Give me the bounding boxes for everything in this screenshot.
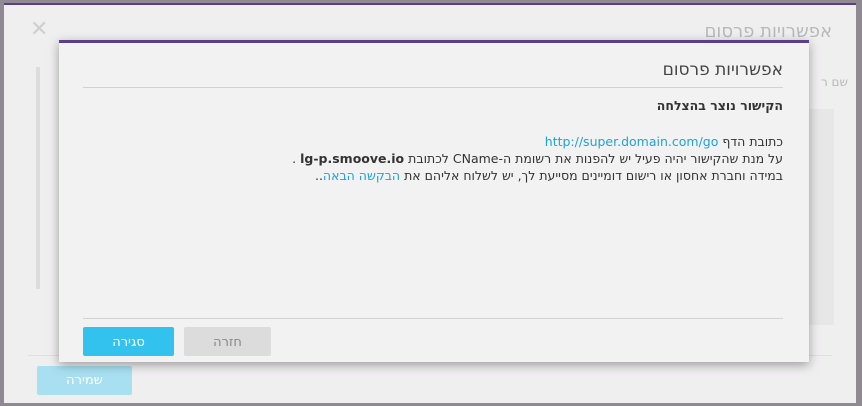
page-address-label: כתובת הדף	[722, 134, 783, 149]
close-button[interactable]: סגירה	[83, 327, 174, 356]
modal-footer: סגירה חזרה	[83, 318, 783, 356]
hosting-instruction-end: ..	[314, 168, 323, 183]
hosting-instruction-line: במידה וחברת אחסון או רישום דומיינים מסיי…	[83, 167, 783, 184]
next-request-link[interactable]: הבקשה הבאה	[323, 168, 400, 183]
success-heading: הקישור נוצר בהצלחה	[656, 98, 783, 113]
cname-instruction-text: על מנת שהקישור יהיה פעיל יש להפנות את רש…	[408, 151, 783, 166]
background-save-button[interactable]: שמירה	[37, 366, 132, 395]
background-dialog-title: אפשרויות פרסום	[704, 21, 832, 42]
modal-body: הקישור נוצר בהצלחה כתובת הדף http://supe…	[83, 98, 783, 184]
hosting-instruction-text: במידה וחברת אחסון או רישום דומיינים מסיי…	[404, 168, 783, 183]
page-url-link[interactable]: http://super.domain.com/go	[545, 134, 719, 149]
cname-instruction-line: על מנת שהקישור יהיה פעיל יש להפנות את רש…	[83, 150, 783, 167]
background-field-label: שם ר	[820, 75, 848, 89]
close-icon[interactable]: ✕	[30, 19, 48, 41]
cname-target: lg-p.smoove.io	[300, 151, 405, 166]
modal-title: אפשרויות פרסום	[662, 60, 783, 80]
publish-options-modal: אפשרויות פרסום הקישור נוצר בהצלחה כתובת …	[59, 40, 809, 362]
modal-header: אפשרויות פרסום	[83, 43, 783, 88]
page-address-line: כתובת הדף http://super.domain.com/go	[83, 133, 783, 150]
cname-instruction-end: .	[292, 151, 297, 166]
background-scrollbar[interactable]	[36, 67, 40, 289]
back-button[interactable]: חזרה	[184, 327, 271, 356]
